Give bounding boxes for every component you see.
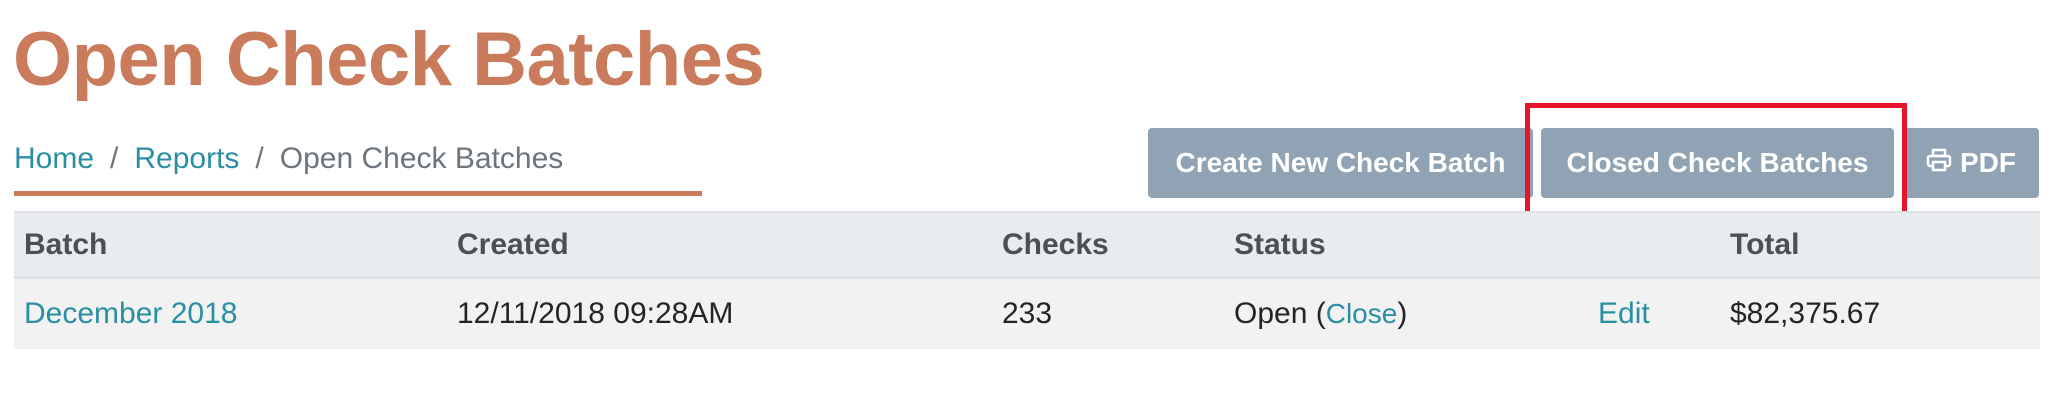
- status-paren-close: ): [1397, 297, 1408, 330]
- breadcrumb-separator: /: [110, 142, 119, 175]
- close-batch-link[interactable]: Close: [1326, 298, 1398, 330]
- header-status: Status: [1234, 227, 1326, 261]
- status-paren-open: (: [1307, 297, 1326, 330]
- pdf-button-label: PDF: [1960, 147, 2016, 178]
- total-cell: $82,375.67: [1730, 297, 1881, 330]
- check-batches-table: Batch Created Checks Status Total Decemb…: [14, 211, 2040, 349]
- header-created: Created: [457, 227, 569, 261]
- printer-icon: [1926, 147, 1952, 179]
- closed-button-label: Closed Check Batches: [1566, 147, 1869, 178]
- header-checks: Checks: [1002, 227, 1109, 261]
- create-button-label: Create New Check Batch: [1175, 147, 1506, 178]
- table-row: December 2018 12/11/2018 09:28AM 233 Ope…: [14, 279, 2040, 349]
- table-header-row: Batch Created Checks Status Total: [14, 211, 2040, 279]
- edit-link[interactable]: Edit: [1598, 297, 1650, 331]
- closed-check-batches-button[interactable]: Closed Check Batches: [1541, 128, 1894, 198]
- checks-cell: 233: [1002, 297, 1053, 330]
- batch-cell: December 2018: [24, 279, 237, 349]
- breadcrumb-reports-link[interactable]: Reports: [134, 142, 239, 176]
- status-value: Open: [1234, 297, 1308, 330]
- edit-cell: Edit: [1598, 279, 1650, 349]
- breadcrumb-home-link[interactable]: Home: [14, 142, 94, 176]
- header-batch: Batch: [24, 227, 108, 261]
- breadcrumb: Home / Reports / Open Check Batches: [14, 138, 563, 180]
- status-cell: Open ( Close ): [1234, 279, 1407, 349]
- create-new-check-batch-button[interactable]: Create New Check Batch: [1148, 128, 1533, 198]
- batch-link[interactable]: December 2018: [24, 297, 237, 331]
- breadcrumb-separator: /: [255, 142, 264, 175]
- pdf-button[interactable]: PDF: [1903, 128, 2039, 198]
- created-cell: 12/11/2018 09:28AM: [457, 297, 734, 330]
- header-total: Total: [1730, 227, 1800, 261]
- breadcrumb-underline: [14, 191, 702, 196]
- page-title: Open Check Batches: [13, 17, 765, 102]
- breadcrumb-current: Open Check Batches: [279, 142, 564, 175]
